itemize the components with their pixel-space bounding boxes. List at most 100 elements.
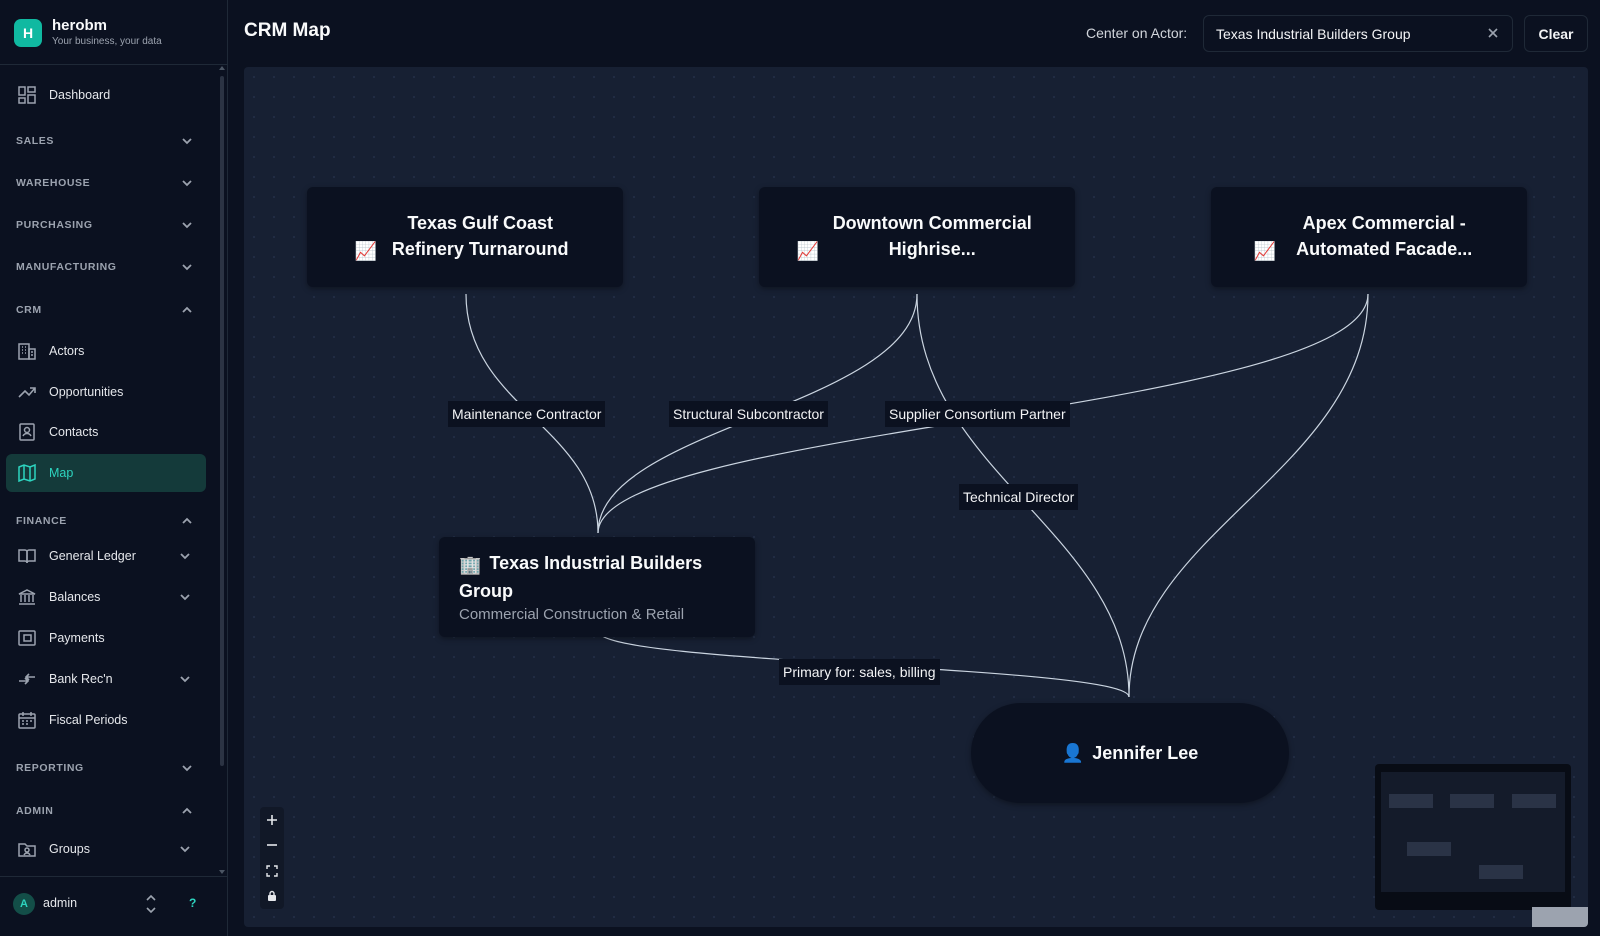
section-label: ADMIN [16, 805, 54, 817]
chevron-down-icon [180, 846, 190, 853]
node-title: Apex Commercial - Automated Facade... [1296, 213, 1473, 259]
minus-icon [267, 843, 277, 846]
sidebar-item-groups[interactable]: Groups [6, 830, 206, 868]
actor-node[interactable]: 🏢 Texas Industrial Builders Group Commerc… [439, 537, 755, 637]
lock-icon [268, 890, 276, 901]
fit-view-button[interactable] [260, 858, 284, 883]
attribution-badge[interactable] [1532, 907, 1588, 927]
zoom-out-button[interactable] [260, 832, 284, 857]
section-warehouse[interactable]: WAREHOUSE [16, 173, 194, 193]
chevron-down-icon [182, 264, 192, 271]
sidebar-scrollbar[interactable] [219, 66, 225, 874]
sidebar-item-label: Groups [49, 842, 90, 856]
sidebar-item-balances[interactable]: Balances [6, 578, 206, 616]
opportunity-node[interactable]: 📈 Downtown Commercial Highrise... [759, 187, 1075, 287]
sidebar-item-contacts[interactable]: Contacts [6, 413, 206, 451]
sidebar-item-opportunities[interactable]: Opportunities [6, 373, 206, 411]
chevron-down-icon [182, 180, 192, 187]
scrollbar-thumb[interactable] [220, 76, 224, 766]
brand[interactable]: H herobm Your business, your data [14, 17, 162, 48]
brand-logo: H [14, 18, 42, 47]
scroll-up-arrow[interactable] [219, 66, 225, 70]
sidebar: H herobm Your business, your data Dashbo… [0, 0, 228, 936]
minimap-node [1450, 794, 1494, 808]
fit-view-icon [266, 864, 278, 877]
scroll-down-arrow[interactable] [219, 870, 225, 874]
actor-select-value: Texas Industrial Builders Group [1216, 25, 1411, 42]
person-node[interactable]: 👤 Jennifer Lee [971, 703, 1289, 803]
map-canvas[interactable]: 📈 Texas Gulf Coast Refinery Turnaround 📈 D… [244, 67, 1588, 927]
section-admin[interactable]: ADMIN [16, 801, 194, 821]
chevron-up-down-icon[interactable] [145, 893, 157, 915]
chevron-up-icon [182, 306, 192, 313]
sidebar-item-label: Map [49, 466, 74, 480]
sidebar-item-label: Opportunities [49, 385, 124, 399]
section-crm[interactable]: CRM [16, 300, 194, 320]
chevron-down-icon [180, 676, 190, 683]
section-reporting[interactable]: REPORTING [16, 758, 194, 778]
chevron-down-icon [182, 138, 192, 145]
section-label: REPORTING [16, 762, 84, 774]
edge-apex-to-jennifer [1128, 293, 1369, 698]
arrows-swap-icon [17, 669, 37, 689]
edge-label: Technical Director [959, 484, 1079, 510]
sidebar-item-label: Contacts [49, 425, 99, 439]
brand-tagline: Your business, your data [52, 36, 162, 47]
divider [0, 64, 228, 65]
edge-label: Maintenance Contractor [448, 401, 606, 427]
node-title: Texas Gulf Coast Refinery Turnaround [391, 213, 569, 259]
sidebar-item-bank-rec[interactable]: Bank Rec'n [6, 660, 206, 698]
section-label: PURCHASING [16, 219, 93, 231]
user-menu[interactable]: A admin ? [0, 876, 228, 936]
trending-up-icon [17, 382, 37, 402]
node-title: Downtown Commercial Highrise... [832, 213, 1032, 259]
opportunity-node[interactable]: 📈 Apex Commercial - Automated Facade... [1211, 187, 1527, 287]
sidebar-item-payments[interactable]: Payments [6, 619, 206, 657]
chevron-down-icon [180, 594, 190, 601]
sidebar-item-actors[interactable]: Actors [6, 332, 206, 370]
sidebar-item-map[interactable]: Map [6, 454, 206, 492]
map-icon [17, 463, 37, 483]
section-manufacturing[interactable]: MANUFACTURING [16, 257, 194, 277]
clear-button[interactable]: Clear [1524, 15, 1588, 52]
opportunity-node[interactable]: 📈 Texas Gulf Coast Refinery Turnaround [307, 187, 623, 287]
chevron-down-icon [182, 222, 192, 229]
user-folder-icon [17, 839, 37, 859]
section-label: SALES [16, 135, 55, 147]
chevron-up-icon [182, 517, 192, 524]
edge-label: Structural Subcontractor [669, 401, 828, 427]
help-button[interactable]: ? [189, 896, 196, 910]
chart-increasing-icon: 📈 [1253, 241, 1277, 261]
sidebar-item-label: Payments [49, 631, 105, 645]
chart-increasing-icon: 📈 [354, 241, 378, 261]
actor-select[interactable]: Texas Industrial Builders Group [1203, 15, 1513, 52]
lock-button[interactable] [260, 883, 284, 908]
center-on-actor-label: Center on Actor: [1086, 25, 1188, 41]
section-sales[interactable]: SALES [16, 131, 194, 151]
sidebar-item-fiscal-periods[interactable]: Fiscal Periods [6, 701, 206, 739]
node-subtitle: Commercial Construction & Retail [459, 605, 685, 623]
section-finance[interactable]: FINANCE [16, 511, 194, 531]
section-label: FINANCE [16, 515, 67, 527]
sidebar-item-label: Bank Rec'n [49, 672, 113, 686]
sidebar-item-general-ledger[interactable]: General Ledger [6, 537, 206, 575]
section-label: WAREHOUSE [16, 177, 91, 189]
minimap-node [1407, 842, 1451, 856]
edge-label: Primary for: sales, billing [779, 659, 940, 685]
sidebar-item-label: Balances [49, 590, 101, 604]
zoom-controls [260, 807, 284, 909]
section-purchasing[interactable]: PURCHASING [16, 215, 194, 235]
chevron-up-icon [182, 807, 192, 814]
close-icon[interactable] [1486, 26, 1500, 40]
sidebar-item-label: Dashboard [49, 88, 111, 102]
office-building-icon: 🏢 [459, 554, 482, 575]
sidebar-item-dashboard[interactable]: Dashboard [6, 76, 206, 114]
minimap-viewport [1381, 772, 1565, 892]
contact-card-icon [17, 422, 37, 442]
calendar-icon [17, 710, 37, 730]
bank-icon [17, 587, 37, 607]
zoom-in-button[interactable] [260, 807, 284, 832]
sidebar-item-label: General Ledger [49, 549, 136, 563]
minimap[interactable] [1375, 764, 1571, 910]
dashboard-icon [17, 85, 37, 105]
